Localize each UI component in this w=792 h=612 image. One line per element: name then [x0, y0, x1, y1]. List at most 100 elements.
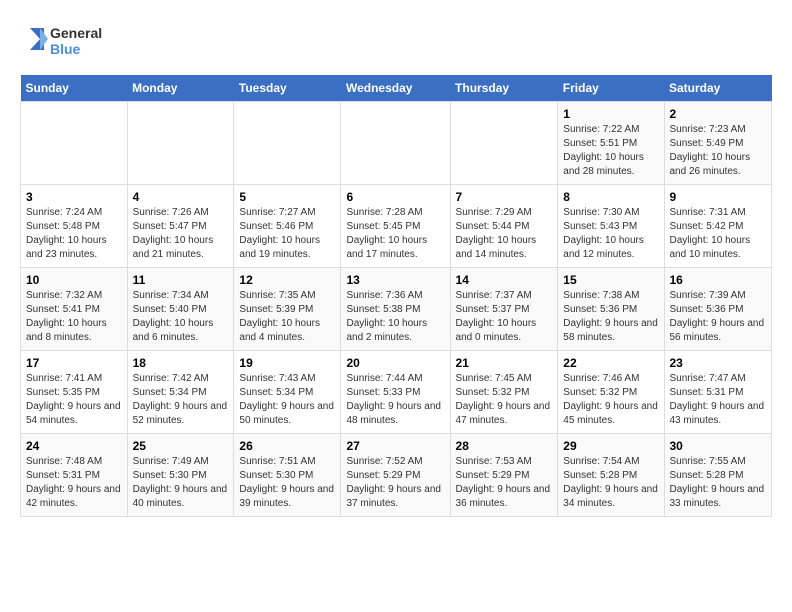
day-info: Sunrise: 7:26 AM Sunset: 5:47 PM Dayligh…	[133, 206, 229, 262]
calendar-cell: 13 Sunrise: 7:36 AM Sunset: 5:38 PM Dayli…	[341, 268, 450, 351]
calendar-cell: 17 Sunrise: 7:41 AM Sunset: 5:35 PM Dayli…	[21, 351, 128, 434]
day-number: 16	[670, 273, 767, 287]
calendar-week-row: 24Sunrise: 7:48 AM Sunset: 5:31 PM Dayli…	[21, 434, 772, 517]
day-info: Sunrise: 7:35 AM Sunset: 5:39 PM Dayligh…	[239, 289, 335, 345]
day-number: 21	[456, 356, 553, 370]
day-number: 23	[670, 356, 767, 370]
calendar-cell: 4Sunrise: 7:26 AM Sunset: 5:47 PM Daylig…	[127, 185, 234, 268]
day-info: Sunrise: 7:37 AM Sunset: 5:37 PM Dayligh…	[456, 289, 553, 345]
page-header: GeneralBlue	[20, 20, 772, 60]
calendar-cell: 12 Sunrise: 7:35 AM Sunset: 5:39 PM Dayli…	[234, 268, 341, 351]
day-info: Sunrise: 7:46 AM Sunset: 5:32 PM Dayligh…	[563, 372, 658, 428]
calendar-cell: 22 Sunrise: 7:46 AM Sunset: 5:32 PM Dayli…	[558, 351, 664, 434]
day-info: Sunrise: 7:47 AM Sunset: 5:31 PM Dayligh…	[670, 372, 767, 428]
calendar-cell: 1 Sunrise: 7:22 AM Sunset: 5:51 PM Daylig…	[558, 102, 664, 185]
calendar-week-row: 3 Sunrise: 7:24 AM Sunset: 5:48 PM Daylig…	[21, 185, 772, 268]
calendar-cell: 11 Sunrise: 7:34 AM Sunset: 5:40 PM Dayli…	[127, 268, 234, 351]
day-number: 9	[670, 190, 767, 204]
day-header-thursday: Thursday	[450, 75, 558, 102]
day-number: 10	[26, 273, 122, 287]
calendar-cell: 2 Sunrise: 7:23 AM Sunset: 5:49 PM Daylig…	[664, 102, 772, 185]
day-number: 28	[456, 439, 553, 453]
day-number: 27	[346, 439, 444, 453]
calendar-week-row: 10 Sunrise: 7:32 AM Sunset: 5:41 PM Dayli…	[21, 268, 772, 351]
day-number: 24	[26, 439, 122, 453]
calendar-cell: 23 Sunrise: 7:47 AM Sunset: 5:31 PM Dayli…	[664, 351, 772, 434]
day-number: 26	[239, 439, 335, 453]
day-info: Sunrise: 7:23 AM Sunset: 5:49 PM Dayligh…	[670, 123, 767, 179]
calendar-cell: 21Sunrise: 7:45 AM Sunset: 5:32 PM Dayli…	[450, 351, 558, 434]
calendar-cell: 27 Sunrise: 7:52 AM Sunset: 5:29 PM Dayli…	[341, 434, 450, 517]
calendar-cell: 7 Sunrise: 7:29 AM Sunset: 5:44 PM Daylig…	[450, 185, 558, 268]
day-number: 14	[456, 273, 553, 287]
calendar-cell: 6 Sunrise: 7:28 AM Sunset: 5:45 PM Daylig…	[341, 185, 450, 268]
calendar-cell: 24Sunrise: 7:48 AM Sunset: 5:31 PM Dayli…	[21, 434, 128, 517]
calendar-cell: 10 Sunrise: 7:32 AM Sunset: 5:41 PM Dayli…	[21, 268, 128, 351]
calendar-week-row: 17 Sunrise: 7:41 AM Sunset: 5:35 PM Dayli…	[21, 351, 772, 434]
day-number: 17	[26, 356, 122, 370]
day-info: Sunrise: 7:55 AM Sunset: 5:28 PM Dayligh…	[670, 455, 767, 511]
day-info: Sunrise: 7:51 AM Sunset: 5:30 PM Dayligh…	[239, 455, 335, 511]
day-info: Sunrise: 7:24 AM Sunset: 5:48 PM Dayligh…	[26, 206, 122, 262]
calendar-cell	[21, 102, 128, 185]
logo: GeneralBlue	[20, 20, 110, 60]
calendar-cell: 8Sunrise: 7:30 AM Sunset: 5:43 PM Daylig…	[558, 185, 664, 268]
calendar-cell: 25Sunrise: 7:49 AM Sunset: 5:30 PM Dayli…	[127, 434, 234, 517]
day-number: 11	[133, 273, 229, 287]
day-info: Sunrise: 7:30 AM Sunset: 5:43 PM Dayligh…	[563, 206, 658, 262]
day-number: 19	[239, 356, 335, 370]
day-info: Sunrise: 7:39 AM Sunset: 5:36 PM Dayligh…	[670, 289, 767, 345]
day-header-tuesday: Tuesday	[234, 75, 341, 102]
day-header-wednesday: Wednesday	[341, 75, 450, 102]
calendar-cell: 30 Sunrise: 7:55 AM Sunset: 5:28 PM Dayli…	[664, 434, 772, 517]
calendar-cell	[234, 102, 341, 185]
svg-text:General: General	[50, 25, 102, 41]
calendar-cell: 9 Sunrise: 7:31 AM Sunset: 5:42 PM Daylig…	[664, 185, 772, 268]
day-info: Sunrise: 7:22 AM Sunset: 5:51 PM Dayligh…	[563, 123, 658, 179]
logo-svg: GeneralBlue	[20, 20, 110, 60]
calendar-cell	[127, 102, 234, 185]
day-info: Sunrise: 7:42 AM Sunset: 5:34 PM Dayligh…	[133, 372, 229, 428]
day-number: 20	[346, 356, 444, 370]
calendar-cell: 15 Sunrise: 7:38 AM Sunset: 5:36 PM Dayli…	[558, 268, 664, 351]
day-info: Sunrise: 7:41 AM Sunset: 5:35 PM Dayligh…	[26, 372, 122, 428]
calendar-cell: 5Sunrise: 7:27 AM Sunset: 5:46 PM Daylig…	[234, 185, 341, 268]
calendar-cell: 20 Sunrise: 7:44 AM Sunset: 5:33 PM Dayli…	[341, 351, 450, 434]
day-info: Sunrise: 7:32 AM Sunset: 5:41 PM Dayligh…	[26, 289, 122, 345]
day-number: 6	[346, 190, 444, 204]
day-number: 5	[239, 190, 335, 204]
day-info: Sunrise: 7:31 AM Sunset: 5:42 PM Dayligh…	[670, 206, 767, 262]
calendar-cell: 16 Sunrise: 7:39 AM Sunset: 5:36 PM Dayli…	[664, 268, 772, 351]
day-number: 1	[563, 107, 658, 121]
calendar-cell: 18 Sunrise: 7:42 AM Sunset: 5:34 PM Dayli…	[127, 351, 234, 434]
day-info: Sunrise: 7:38 AM Sunset: 5:36 PM Dayligh…	[563, 289, 658, 345]
day-info: Sunrise: 7:53 AM Sunset: 5:29 PM Dayligh…	[456, 455, 553, 511]
day-info: Sunrise: 7:29 AM Sunset: 5:44 PM Dayligh…	[456, 206, 553, 262]
day-number: 30	[670, 439, 767, 453]
day-number: 22	[563, 356, 658, 370]
calendar-cell: 14 Sunrise: 7:37 AM Sunset: 5:37 PM Dayli…	[450, 268, 558, 351]
day-header-monday: Monday	[127, 75, 234, 102]
day-number: 18	[133, 356, 229, 370]
calendar-week-row: 1 Sunrise: 7:22 AM Sunset: 5:51 PM Daylig…	[21, 102, 772, 185]
day-info: Sunrise: 7:43 AM Sunset: 5:34 PM Dayligh…	[239, 372, 335, 428]
day-info: Sunrise: 7:44 AM Sunset: 5:33 PM Dayligh…	[346, 372, 444, 428]
svg-text:Blue: Blue	[50, 41, 81, 57]
calendar-cell: 3 Sunrise: 7:24 AM Sunset: 5:48 PM Daylig…	[21, 185, 128, 268]
day-number: 25	[133, 439, 229, 453]
day-number: 12	[239, 273, 335, 287]
day-number: 13	[346, 273, 444, 287]
day-info: Sunrise: 7:54 AM Sunset: 5:28 PM Dayligh…	[563, 455, 658, 511]
day-header-sunday: Sunday	[21, 75, 128, 102]
day-info: Sunrise: 7:36 AM Sunset: 5:38 PM Dayligh…	[346, 289, 444, 345]
calendar-cell	[341, 102, 450, 185]
day-number: 3	[26, 190, 122, 204]
day-number: 2	[670, 107, 767, 121]
day-info: Sunrise: 7:28 AM Sunset: 5:45 PM Dayligh…	[346, 206, 444, 262]
day-info: Sunrise: 7:52 AM Sunset: 5:29 PM Dayligh…	[346, 455, 444, 511]
day-number: 15	[563, 273, 658, 287]
day-number: 7	[456, 190, 553, 204]
day-info: Sunrise: 7:34 AM Sunset: 5:40 PM Dayligh…	[133, 289, 229, 345]
calendar-table: SundayMondayTuesdayWednesdayThursdayFrid…	[20, 75, 772, 517]
day-header-friday: Friday	[558, 75, 664, 102]
